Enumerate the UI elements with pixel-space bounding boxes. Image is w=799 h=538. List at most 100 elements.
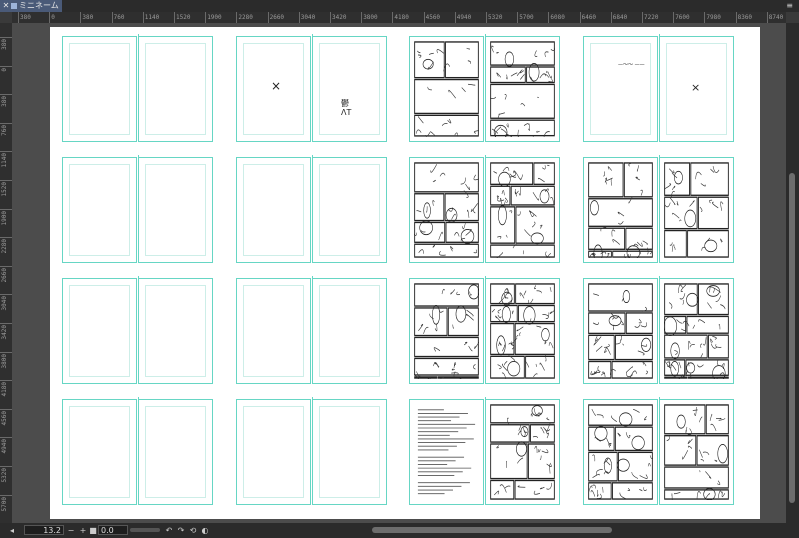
spread-center-mark [481,34,490,37]
ruler-tick [0,237,12,239]
page-left[interactable] [583,278,658,384]
ruler-label: 3040 [300,14,316,21]
page-frame [145,285,206,377]
ruler-tick [298,12,300,23]
ruler-tick [610,12,612,23]
page-left[interactable] [409,278,484,384]
page-left[interactable] [236,399,311,505]
ruler-label: 4940 [456,14,472,21]
page-spread[interactable] [583,276,735,384]
page-right[interactable] [312,276,387,384]
page-right[interactable] [138,34,213,142]
canvas-workspace[interactable]: × 鬱 ΛT —～～ —— × [12,23,786,523]
zoom-slider-icon[interactable]: ◂ [3,525,21,536]
panel-sketch [414,162,479,258]
page-left[interactable]: × [236,36,311,142]
page-spread[interactable] [583,397,735,505]
page-right[interactable] [659,397,734,505]
rotate-left-icon[interactable]: ↶ [164,525,174,536]
vertical-scroll-thumb[interactable] [789,173,795,503]
page-right[interactable] [138,155,213,263]
spread-center-mark [134,397,143,400]
ruler-label: 1520 [1,182,8,197]
zoom-out-button[interactable]: − [66,525,76,536]
spread-center-mark [308,155,317,158]
page-left[interactable] [62,36,137,142]
page-spread[interactable]: —～～ —— × [583,34,735,142]
ruler-tick [267,12,269,23]
page-spread[interactable] [409,155,561,263]
ruler-label: 3040 [1,296,8,311]
page-spread[interactable] [62,155,214,263]
page-left[interactable] [236,157,311,263]
horizontal-ruler: 380 0 380 760 1140 1520 1900 2280 2660 3040 3420 38… [12,12,786,23]
close-icon[interactable]: ✕ [2,0,10,12]
page-right[interactable] [659,276,734,384]
page-right[interactable] [312,155,387,263]
page-left[interactable] [409,399,484,505]
page-left[interactable]: —～～ —— [583,36,658,142]
ruler-tick [0,351,12,353]
page-left[interactable] [409,157,484,263]
page-right[interactable] [485,155,560,263]
vertical-scrollbar[interactable] [786,23,799,523]
page-spread[interactable] [62,276,214,384]
zoom-in-button[interactable]: + [78,525,88,536]
page-right[interactable] [138,397,213,505]
mini-name-sheet[interactable]: × 鬱 ΛT —～～ —— × [50,27,760,519]
page-right[interactable] [138,276,213,384]
reset-rotation-icon[interactable]: ⟲ [188,525,198,536]
spread-center-mark [655,276,664,279]
spread-center-mark [481,397,490,400]
ruler-tick [361,12,363,23]
tab-mini-name[interactable]: ✕ ミニネーム [0,0,62,12]
page-spread[interactable] [409,397,561,505]
page-spread[interactable]: × 鬱 ΛT [236,34,388,142]
zoom-input[interactable]: 13.2 [24,525,64,535]
ruler-label: 3800 [1,353,8,369]
page-right[interactable] [659,155,734,263]
tab-bar: ✕ ミニネーム ≡ [0,0,799,12]
page-left[interactable] [62,399,137,505]
ruler-label: 1900 [1,210,8,226]
rotate-right-icon[interactable]: ↷ [176,525,186,536]
page-left[interactable] [62,157,137,263]
page-spread[interactable] [62,34,214,142]
spread-center-mark [308,34,317,37]
page-right[interactable] [312,397,387,505]
page-spread[interactable] [583,155,735,263]
spread-center-mark [655,155,664,158]
menu-icon[interactable]: ≡ [786,0,793,12]
rotation-angle-input[interactable]: 0.0 [98,525,128,535]
page-spread[interactable] [409,276,561,384]
ruler-tick [0,122,12,124]
ruler-tick [0,94,12,96]
page-spread[interactable] [236,397,388,505]
page-right[interactable] [485,34,560,142]
page-right[interactable]: × [659,34,734,142]
page-spread[interactable] [236,155,388,263]
panel-sketch [588,283,653,379]
page-spread[interactable] [62,397,214,505]
ruler-tick [330,12,331,23]
horizontal-scroll-thumb[interactable] [372,527,612,533]
page-left[interactable] [583,399,658,505]
panel-sketch [588,404,653,500]
page-frame [319,285,380,377]
page-left[interactable] [583,157,658,263]
page-mark: × [691,81,701,94]
ruler-label: 380 [1,96,8,108]
rotation-slider[interactable] [130,528,160,532]
ruler-label: 7600 [675,14,690,21]
page-spread[interactable] [409,34,561,142]
page-right[interactable] [485,276,560,384]
page-right[interactable] [485,397,560,505]
page-left[interactable] [409,36,484,142]
page-left[interactable] [236,278,311,384]
flip-icon[interactable]: ◐ [200,525,210,536]
stop-icon[interactable]: ■ [88,525,98,536]
ruler-tick [174,12,175,23]
page-spread[interactable] [236,276,388,384]
page-left[interactable] [62,278,137,384]
page-right[interactable]: 鬱 ΛT [312,34,387,142]
